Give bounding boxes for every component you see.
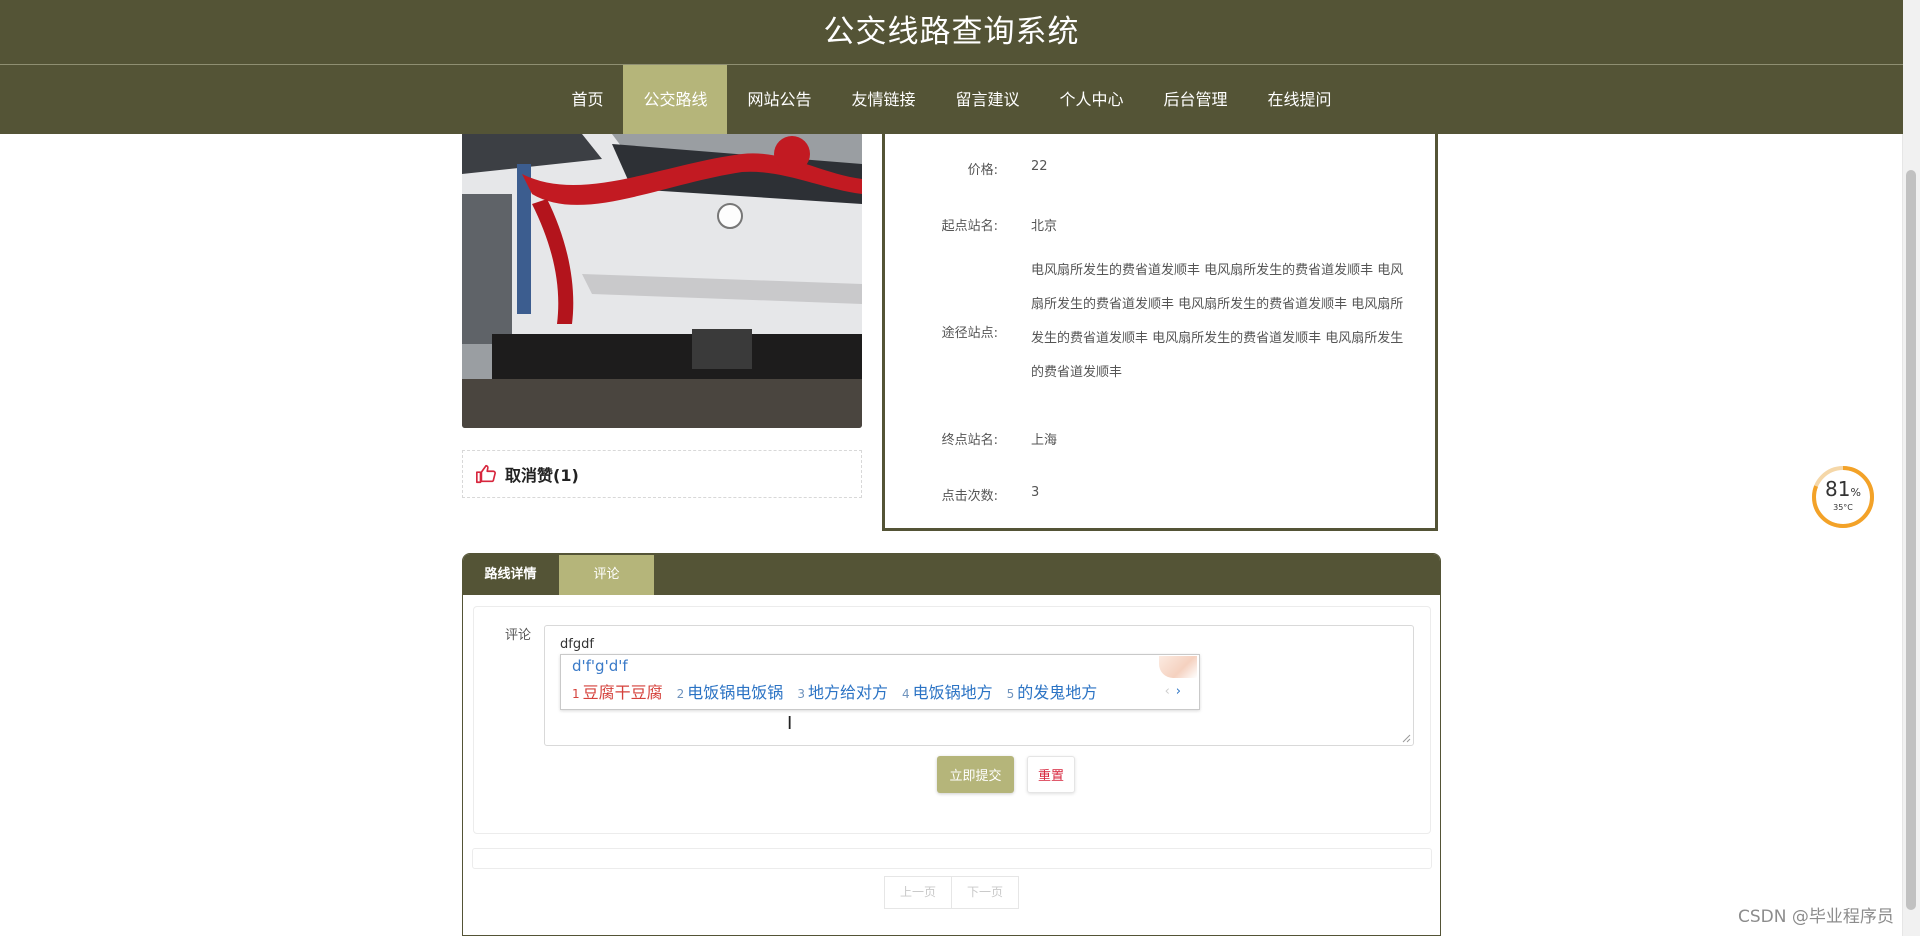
watermark: CSDN @毕业程序员	[1738, 907, 1894, 927]
cpu-monitor-widget[interactable]: 81% 35°C	[1811, 465, 1875, 529]
thumbs-up-icon	[476, 464, 496, 484]
next-page-button[interactable]: 下一页	[951, 876, 1019, 909]
nav-home[interactable]: 首页	[551, 65, 623, 134]
tab-comments[interactable]: 评论	[559, 555, 654, 595]
via-stations-label: 途径站点:	[941, 326, 998, 341]
nav-announcements[interactable]: 网站公告	[727, 65, 831, 134]
text-cursor-icon: I	[787, 713, 793, 734]
route-photo	[462, 134, 862, 428]
main-nav: 首页 公交路线 网站公告 友情链接 留言建议 个人中心 后台管理 在线提问	[0, 65, 1903, 134]
ime-candidate-list: 1 豆腐干豆腐 2 电饭锅电饭锅 3 地方给对方 4 电饭锅地方 5 的发鬼地方	[572, 679, 1111, 703]
tab-bar: 路线详情 评论	[463, 554, 1440, 595]
nav-user-center[interactable]: 个人中心	[1040, 65, 1144, 134]
scrollbar-thumb[interactable]	[1906, 170, 1916, 910]
cpu-temperature: 35°C	[1833, 503, 1853, 512]
comment-textarea-value: dfgdf	[560, 637, 594, 652]
price-label: 价格:	[967, 163, 998, 178]
click-count-value: 3	[1031, 485, 1040, 500]
price-value: 22	[1031, 159, 1048, 174]
ime-candidate[interactable]: 3 地方给对方	[797, 679, 888, 703]
site-header: 公交线路查询系统 首页 公交路线 网站公告 友情链接 留言建议 个人中心 后台管…	[0, 0, 1903, 134]
nav-online-question[interactable]: 在线提问	[1248, 65, 1352, 134]
ime-candidate-window: d'f'g'd'f 1 豆腐干豆腐 2 电饭锅电饭锅 3 地方给对方 4 电饭锅地方 5…	[560, 654, 1200, 710]
nav-admin[interactable]: 后台管理	[1144, 65, 1248, 134]
reset-button[interactable]: 重置	[1027, 756, 1075, 793]
ime-candidate[interactable]: 2 电饭锅电饭锅	[677, 679, 784, 703]
ime-page-arrows: ‹ ›	[1165, 684, 1181, 699]
nav-feedback[interactable]: 留言建议	[936, 65, 1040, 134]
ime-skin-decoration	[1159, 656, 1197, 678]
via-stations-value: 电风扇所发生的费省道发顺丰 电风扇所发生的费省道发顺丰 电风扇所发生的费省道发顺…	[1031, 263, 1404, 380]
submit-comment-button[interactable]: 立即提交	[937, 756, 1014, 793]
unlike-button[interactable]: 取消赞(1)	[462, 450, 862, 498]
end-station-value: 上海	[1031, 433, 1058, 448]
ime-candidate[interactable]: 4 电饭锅地方	[902, 679, 993, 703]
nav-bus-routes[interactable]: 公交路线	[623, 65, 728, 134]
start-station-value: 北京	[1031, 219, 1058, 234]
comment-label: 评论	[505, 628, 532, 643]
resize-handle-icon[interactable]	[1401, 733, 1411, 743]
prev-page-button[interactable]: 上一页	[884, 876, 952, 909]
nav-friend-links[interactable]: 友情链接	[831, 65, 935, 134]
end-station-label: 终点站名:	[941, 433, 998, 448]
ime-prev-page-icon[interactable]: ‹	[1165, 684, 1170, 699]
page-scrollbar[interactable]	[1902, 0, 1920, 936]
ime-candidate[interactable]: 5 的发鬼地方	[1007, 679, 1098, 703]
route-info-panel: 价格: 22 起点站名: 北京 途径站点: 电风扇所发生的费省道发顺丰 电风扇所…	[882, 134, 1438, 531]
train-illustration	[462, 134, 862, 428]
tab-route-details[interactable]: 路线详情	[463, 555, 558, 595]
site-title: 公交线路查询系统	[823, 14, 1080, 50]
like-count-label: 取消赞(1)	[505, 466, 579, 485]
ime-candidate[interactable]: 1 豆腐干豆腐	[572, 679, 663, 703]
comment-list	[472, 848, 1432, 869]
ime-next-page-icon[interactable]: ›	[1176, 684, 1181, 699]
click-count-label: 点击次数:	[941, 489, 998, 504]
cpu-percent: 81%	[1825, 477, 1861, 501]
ime-composition: d'f'g'd'f	[572, 657, 628, 675]
start-station-label: 起点站名:	[941, 219, 998, 234]
